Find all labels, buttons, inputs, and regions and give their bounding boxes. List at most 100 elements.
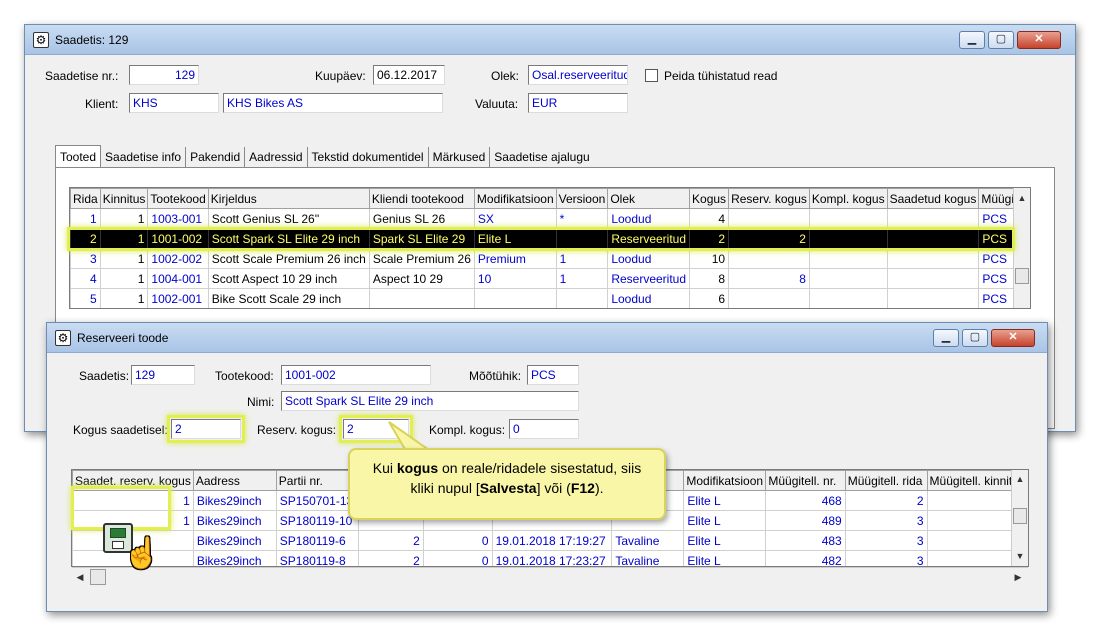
products-vscroll[interactable]: ▲ [1013, 188, 1030, 308]
table-cell [555, 288, 609, 308]
table-cell: 1 [555, 268, 609, 289]
close-icon[interactable]: ✕ [1017, 31, 1061, 49]
table-cell [808, 248, 888, 269]
kuupaev-field[interactable]: 06.12.2017 [373, 65, 445, 85]
table-cell: 8 [689, 268, 730, 289]
scroll-up-icon[interactable]: ▲ [1012, 471, 1028, 487]
table-cell [368, 288, 475, 308]
klient-name-field[interactable]: KHS Bikes AS [223, 93, 443, 113]
table-cell: Loodud [607, 208, 691, 229]
saadetise-nr-field[interactable]: 129 [129, 65, 199, 85]
table-cell: Scale Premium 26 [368, 248, 475, 269]
hide-cancelled-label: Peida tühistatud read [664, 69, 778, 83]
reserve-vscroll[interactable]: ▲ ▼ [1011, 470, 1028, 566]
table-cell: Loodud [607, 288, 691, 308]
olek-field[interactable]: Osal.reserveeritud [528, 65, 628, 85]
klient-code-field[interactable]: KHS [129, 93, 219, 113]
scroll-down-icon[interactable]: ▼ [1012, 548, 1028, 564]
tab-saadetise-ajalugu[interactable]: Saadetise ajalugu [490, 147, 593, 167]
saadetis-field[interactable]: 129 [131, 365, 195, 385]
table-cell: 10 [473, 268, 557, 289]
mootuhik-field[interactable]: PCS [527, 365, 579, 385]
table-cell: 2 [357, 550, 424, 566]
tootekood-field[interactable]: 1001-002 [281, 365, 431, 385]
tab-markused[interactable]: Märkused [429, 147, 491, 167]
column-header: Müügitell. nr. [765, 470, 846, 491]
column-header: Kompl. kogus [808, 188, 888, 209]
table-cell: Reserveeritud [607, 268, 691, 289]
table-cell: * [555, 208, 609, 229]
callout-bold-kogus: kogus [396, 460, 439, 476]
instruction-callout: Kui kogus on reale/ridadele sisestatud, … [348, 448, 666, 520]
scroll-thumb[interactable] [90, 569, 106, 585]
reserve-hscroll[interactable]: ◀ ▶ [72, 567, 1028, 585]
table-cell: Tavaline [611, 530, 685, 551]
minimize-icon[interactable]: ▁ [933, 329, 959, 347]
table-cell: 1002-002 [147, 248, 209, 269]
table-cell [808, 268, 888, 289]
column-header: Partii nr. [275, 470, 359, 491]
window-icon: ⚙ [55, 330, 71, 346]
minimize-icon[interactable]: ▁ [959, 31, 985, 49]
table-cell: Premium [473, 248, 557, 269]
scroll-left-icon[interactable]: ◀ [72, 569, 88, 585]
table-cell: 1 [99, 208, 149, 229]
kogus-saadetisel-highlight [167, 415, 245, 443]
table-cell: Bike Scott Scale 29 inch [207, 288, 370, 308]
table-cell: 1002-001 [147, 288, 209, 308]
scroll-up-icon[interactable]: ▲ [1014, 190, 1030, 206]
column-header: Müügitell. rida [844, 470, 928, 491]
tab-pakendid[interactable]: Pakendid [186, 147, 246, 167]
callout-text-post: ] või ( [536, 480, 571, 496]
tab-aadressid[interactable]: Aadressid [245, 147, 308, 167]
reserve-titlebar[interactable]: ⚙ Reserveeri toode ▁ ▢ ✕ [47, 323, 1047, 353]
nimi-field[interactable]: Scott Spark SL Elite 29 inch [281, 391, 579, 411]
table-cell: 1004-001 [147, 268, 209, 289]
reserv-kogus-label: Reserv. kogus: [257, 423, 337, 437]
table-cell: Scott Scale Premium 26 inch [207, 248, 370, 269]
close-icon[interactable]: ✕ [991, 329, 1035, 347]
main-titlebar[interactable]: ⚙ Saadetis: 129 ▁ ▢ ✕ [25, 25, 1075, 55]
scroll-thumb[interactable] [1015, 268, 1029, 284]
maximize-icon[interactable]: ▢ [962, 329, 988, 347]
table-cell: Elite L [683, 510, 767, 531]
table-row[interactable]: 1 1 1003-001 Scott Genius SL 26'' Genius SL … [70, 208, 1030, 229]
scroll-right-icon[interactable]: ▶ [1010, 569, 1026, 585]
saadetis-label: Saadetis: [79, 369, 130, 383]
table-cell [808, 288, 888, 308]
table-row[interactable]: Bikes29inch SP180119-6 2 0 19.01.2018 17:19:… [72, 530, 1028, 551]
table-cell: Scott Aspect 10 29 inch [207, 268, 370, 289]
tab-saadetise-info[interactable]: Saadetise info [101, 147, 187, 167]
table-cell: 2 [844, 490, 928, 511]
table-cell: 5 [70, 288, 101, 308]
maximize-icon[interactable]: ▢ [988, 31, 1014, 49]
table-cell: 489 [765, 510, 846, 531]
table-cell: 19.01.2018 17:19:27 [491, 530, 613, 551]
table-cell: 4 [689, 208, 730, 229]
table-row[interactable]: 4 1 1004-001 Scott Aspect 10 29 inch Aspect … [70, 268, 1030, 289]
table-cell: 483 [765, 530, 846, 551]
table-cell: 3 [844, 510, 928, 531]
hide-cancelled-checkbox[interactable] [645, 69, 658, 82]
table-row[interactable]: Bikes29inch SP180119-8 2 0 19.01.2018 17:23:… [72, 550, 1028, 566]
table-cell: 3 [70, 248, 101, 269]
table-cell: Genius SL 26 [368, 208, 475, 229]
tab-tekstid-dokumentidel[interactable]: Tekstid dokumentidel [308, 147, 429, 167]
table-cell: 468 [765, 490, 846, 511]
kompl-kogus-label: Kompl. kogus: [429, 423, 506, 437]
table-cell: 3 [844, 530, 928, 551]
table-row[interactable]: 5 1 1002-001 Bike Scott Scale 29 inch Loodud… [70, 288, 1030, 308]
valuuta-field[interactable]: EUR [528, 93, 628, 113]
scroll-thumb[interactable] [1013, 508, 1027, 524]
kompl-kogus-field[interactable]: 0 [509, 419, 579, 439]
mootuhik-label: Mõõtühik: [469, 369, 522, 383]
klient-label: Klient: [85, 97, 119, 111]
tab-tooted[interactable]: Tooted [55, 145, 102, 167]
column-header: Olek [607, 188, 691, 209]
table-row[interactable]: 3 1 1002-002 Scott Scale Premium 26 inch Sca… [70, 248, 1030, 269]
table-cell: 0 [422, 550, 493, 566]
callout-text-pre: Kui [372, 460, 397, 476]
table-cell: Loodud [607, 248, 691, 269]
kuupaev-label: Kuupäev: [315, 69, 366, 83]
table-cell: SP180119-10 [275, 510, 359, 531]
